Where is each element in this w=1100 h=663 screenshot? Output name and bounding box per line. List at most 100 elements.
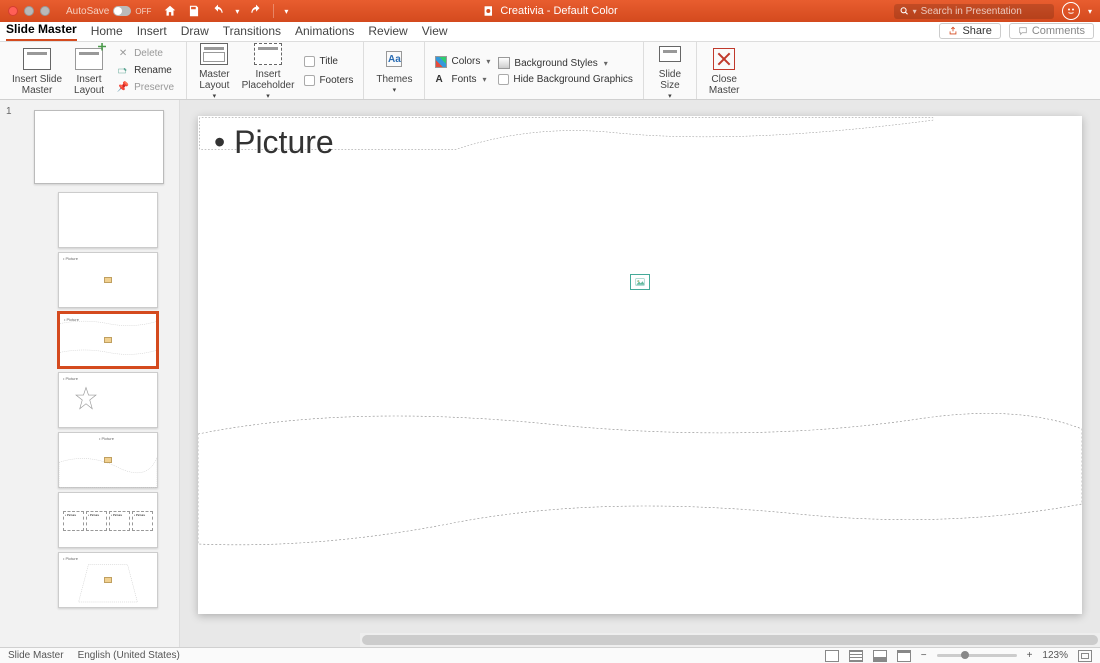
master-thumbnail[interactable] (34, 110, 164, 184)
save-icon[interactable] (187, 4, 201, 18)
tab-animations[interactable]: Animations (295, 21, 354, 41)
slideshow-view-button[interactable] (897, 650, 911, 662)
group-edit-master: Insert Slide Master Insert Layout ✕Delet… (0, 42, 187, 99)
insert-placeholder-label: Insert Placeholder (242, 69, 295, 91)
themes-label: Themes (376, 74, 412, 85)
title-checkbox[interactable]: Title (304, 56, 353, 67)
ribbon: Insert Slide Master Insert Layout ✕Delet… (0, 42, 1100, 100)
preserve-icon: 📌 (116, 81, 130, 95)
theme-colors-fonts: Colors AFonts (435, 55, 490, 87)
comments-icon (1018, 26, 1028, 36)
footers-checkbox[interactable]: Footers (304, 75, 353, 86)
undo-dropdown-icon[interactable]: ▾ (235, 7, 239, 16)
home-icon[interactable] (163, 4, 177, 18)
slide-size-label: Slide Size (659, 69, 681, 91)
layout-thumbnail-6[interactable]: • Picture • Picture • Picture • Picture (58, 492, 158, 548)
zoom-slider-knob[interactable] (961, 651, 969, 659)
redo-icon[interactable] (249, 4, 263, 18)
insert-placeholder-icon (254, 43, 282, 65)
slide-canvas-area[interactable]: Picture (180, 100, 1100, 647)
slide-canvas[interactable]: Picture (198, 116, 1082, 614)
bg-styles-icon (498, 57, 510, 69)
tab-home[interactable]: Home (91, 21, 123, 41)
master-edit-list: ✕Delete Rename 📌Preserve (114, 46, 176, 96)
delete-icon: ✕ (116, 47, 130, 61)
insert-slide-master-button[interactable]: Insert Slide Master (10, 44, 64, 98)
tab-insert[interactable]: Insert (137, 21, 167, 41)
colors-button[interactable]: Colors (435, 55, 490, 69)
status-language[interactable]: English (United States) (78, 650, 180, 661)
reading-view-button[interactable] (873, 650, 887, 662)
chevron-down-icon: ▾ (393, 87, 397, 95)
background-styles-button[interactable]: Background Styles (498, 56, 633, 70)
search-box[interactable]: ▾ (894, 4, 1054, 19)
customize-qat-icon[interactable]: ▾ (284, 7, 288, 16)
zoom-window-button[interactable] (40, 6, 50, 16)
fit-to-window-button[interactable] (1078, 650, 1092, 662)
search-input[interactable] (921, 6, 1048, 17)
slide-size-button[interactable]: Slide Size ▾ (654, 39, 686, 103)
layout-thumbnail-4[interactable]: • Picture (58, 372, 158, 428)
insert-layout-label: Insert Layout (74, 74, 104, 96)
insert-placeholder-button[interactable]: Insert Placeholder ▾ (240, 39, 297, 103)
titlebar-right: ▾ ▾ (894, 2, 1092, 20)
tab-view[interactable]: View (422, 21, 448, 41)
undo-icon[interactable] (211, 4, 225, 18)
hide-bg-checkbox[interactable]: Hide Background Graphics (498, 74, 633, 85)
fonts-button[interactable]: AFonts (435, 73, 490, 87)
share-icon (948, 26, 958, 36)
zoom-level[interactable]: 123% (1042, 650, 1068, 661)
group-background: Colors AFonts Background Styles Hide Bac… (425, 42, 643, 99)
picture-placeholder-icon[interactable] (630, 274, 650, 290)
layout-thumbnail-2[interactable]: • Picture (58, 252, 158, 308)
slide-thumbnails-panel[interactable]: 1 • Picture • Picture • Picture • Pictur… (0, 100, 180, 647)
comments-button[interactable]: Comments (1009, 23, 1094, 39)
layout-thumbnail-7[interactable]: • Picture (58, 552, 158, 608)
checkbox-icon (304, 56, 315, 67)
background-options: Background Styles Hide Background Graphi… (498, 56, 633, 85)
minimize-window-button[interactable] (24, 6, 34, 16)
delete-button[interactable]: ✕Delete (114, 46, 176, 62)
tab-slide-master[interactable]: Slide Master (6, 19, 77, 41)
horizontal-scrollbar[interactable] (360, 633, 1100, 647)
status-mode: Slide Master (8, 650, 64, 661)
window-controls (8, 6, 50, 16)
master-layout-button[interactable]: Master Layout ▾ (197, 39, 232, 103)
share-button[interactable]: Share (939, 23, 1000, 39)
master-number: 1 (4, 106, 14, 117)
autosave-switch[interactable] (113, 6, 131, 16)
zoom-slider[interactable] (937, 654, 1017, 657)
group-size: Slide Size ▾ (644, 42, 697, 99)
zoom-in-button[interactable]: + (1027, 650, 1033, 661)
picture-placeholder-outline (198, 374, 1082, 574)
title-check-label: Title (319, 56, 338, 67)
slide-sorter-view-button[interactable] (849, 650, 863, 662)
insert-layout-button[interactable]: Insert Layout (72, 44, 106, 98)
group-master-layout: Master Layout ▾ Insert Placeholder ▾ Tit… (187, 42, 364, 99)
scrollbar-thumb[interactable] (362, 635, 1098, 645)
rename-button[interactable]: Rename (114, 63, 176, 79)
preserve-button[interactable]: 📌Preserve (114, 80, 176, 96)
autosave-toggle[interactable]: AutoSave OFF (66, 6, 151, 17)
colors-label: Colors (451, 56, 480, 67)
tab-review[interactable]: Review (368, 21, 407, 41)
layout-thumbnail-3[interactable]: • Picture (58, 312, 158, 368)
themes-button[interactable]: Aa Themes ▾ (374, 44, 414, 97)
layout-thumbnail-5[interactable]: • Picture (58, 432, 158, 488)
main-area: 1 • Picture • Picture • Picture • Pictur… (0, 100, 1100, 647)
account-icon[interactable] (1062, 2, 1080, 20)
layout-thumbnail-1[interactable] (58, 192, 158, 248)
search-dropdown-icon[interactable]: ▾ (913, 7, 917, 16)
account-dropdown-icon[interactable]: ▾ (1088, 7, 1092, 16)
close-master-icon (713, 48, 735, 70)
ribbon-tabs: Slide Master Home Insert Draw Transition… (0, 22, 1100, 42)
hide-bg-label: Hide Background Graphics (513, 74, 633, 85)
close-window-button[interactable] (8, 6, 18, 16)
close-master-button[interactable]: Close Master (707, 44, 742, 98)
placeholder-checks: Title Footers (304, 56, 353, 86)
normal-view-button[interactable] (825, 650, 839, 662)
slide-title-placeholder[interactable]: Picture (214, 124, 334, 161)
master-layout-icon (200, 43, 228, 65)
zoom-out-button[interactable]: − (921, 650, 927, 661)
close-master-label: Close Master (709, 74, 740, 96)
